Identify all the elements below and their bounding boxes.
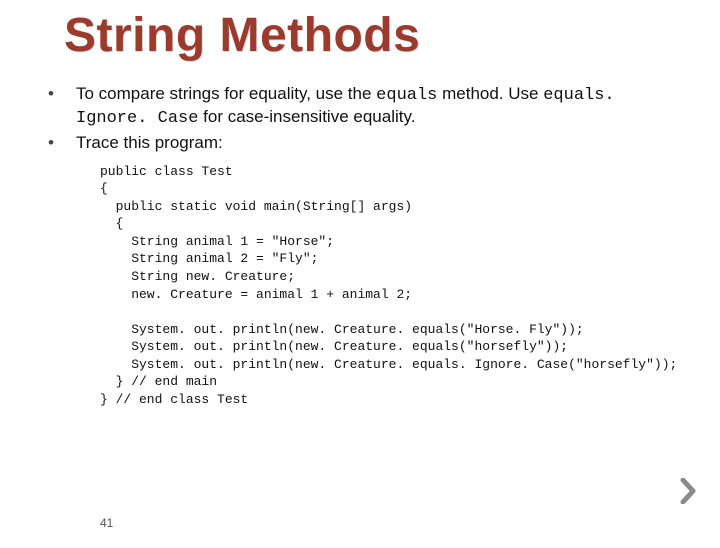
bullet-text-part: for case-insensitive equality. <box>198 107 415 126</box>
bullet-text-part: To compare strings for equality, use the <box>76 84 376 103</box>
chevron-right-icon <box>680 478 698 504</box>
slide-title: String Methods <box>64 8 720 63</box>
page-number: 41 <box>100 516 113 530</box>
bullet-text: To compare strings for equality, use the… <box>76 83 684 130</box>
bullet-text: Trace this program: <box>76 132 684 153</box>
bullet-item: • To compare strings for equality, use t… <box>48 83 684 130</box>
bullet-marker: • <box>48 132 76 153</box>
bullet-list: • To compare strings for equality, use t… <box>48 83 684 153</box>
code-block: public class Test { public static void m… <box>100 163 720 409</box>
bullet-marker: • <box>48 83 76 130</box>
inline-code: equals <box>376 86 437 105</box>
bullet-text-part: method. Use <box>437 84 543 103</box>
bullet-item: • Trace this program: <box>48 132 684 153</box>
